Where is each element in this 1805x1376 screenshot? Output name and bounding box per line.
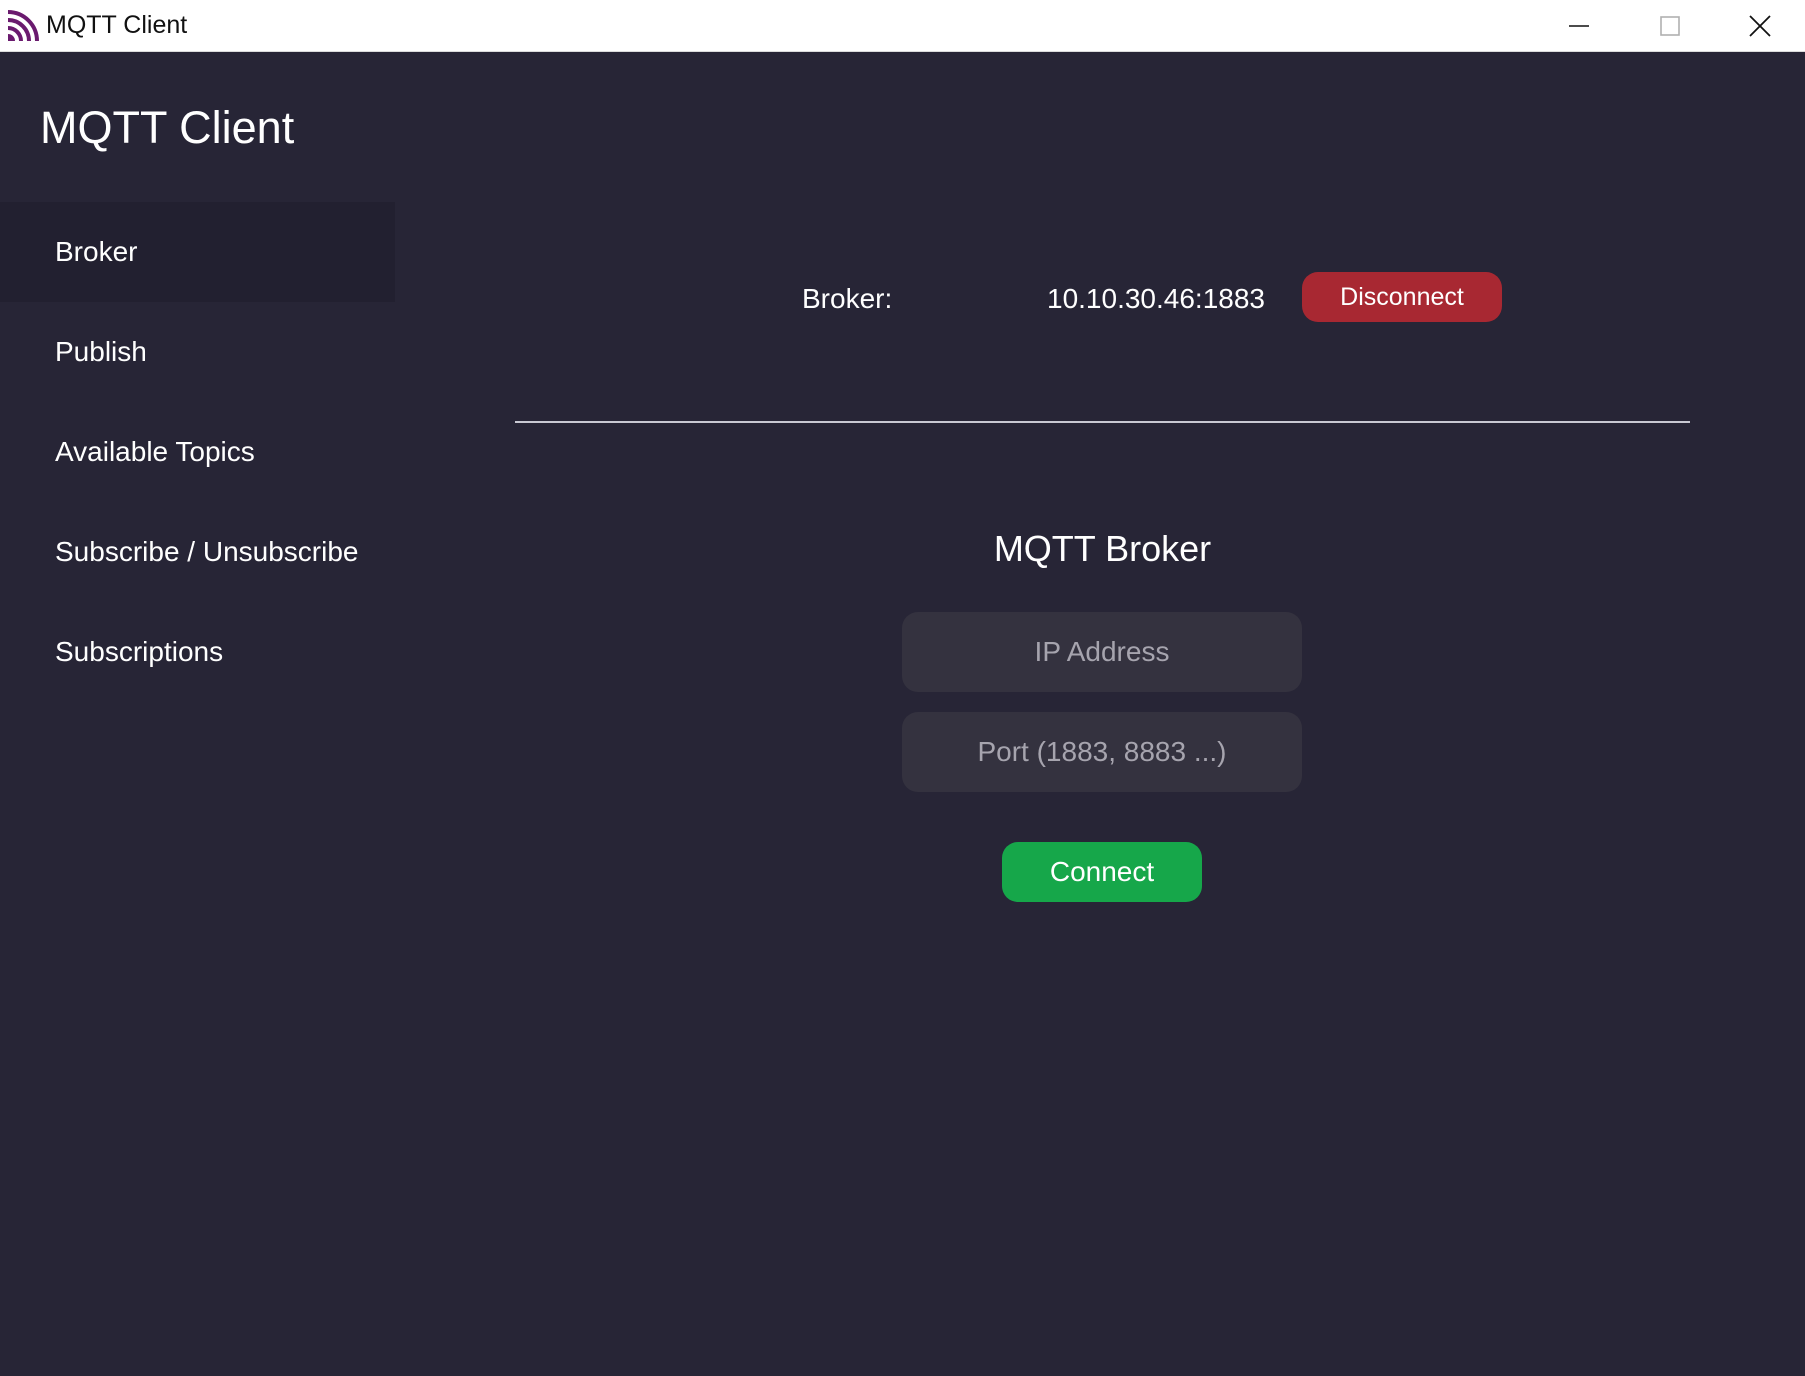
connect-button[interactable]: Connect	[1002, 842, 1202, 902]
sidebar: Broker Publish Available Topics Subscrib…	[0, 202, 395, 702]
section-title: MQTT Broker	[993, 528, 1212, 569]
minimize-button[interactable]	[1533, 0, 1625, 52]
app-title: MQTT Client	[40, 102, 295, 153]
broker-label: Broker:	[802, 283, 893, 314]
mqtt-logo-icon	[8, 8, 41, 41]
sidebar-item-broker[interactable]: Broker	[0, 202, 395, 302]
window-titlebar: MQTT Client	[0, 0, 1805, 52]
sidebar-item-publish[interactable]: Publish	[0, 302, 395, 402]
maximize-icon	[1660, 16, 1680, 36]
maximize-button[interactable]	[1624, 0, 1716, 52]
broker-address: 10.10.30.46:1883	[1047, 283, 1265, 314]
sidebar-item-subscribe-unsubscribe[interactable]: Subscribe / Unsubscribe	[0, 502, 395, 602]
sidebar-item-subscriptions[interactable]: Subscriptions	[0, 602, 395, 702]
minimize-icon	[1569, 25, 1589, 27]
ip-address-input[interactable]	[902, 612, 1302, 692]
sidebar-item-available-topics[interactable]: Available Topics	[0, 402, 395, 502]
close-icon	[1749, 15, 1771, 37]
disconnect-button[interactable]: Disconnect	[1302, 272, 1502, 322]
close-button[interactable]	[1714, 0, 1805, 52]
divider	[515, 421, 1690, 423]
window-title: MQTT Client	[46, 11, 188, 39]
port-input[interactable]	[902, 712, 1302, 792]
